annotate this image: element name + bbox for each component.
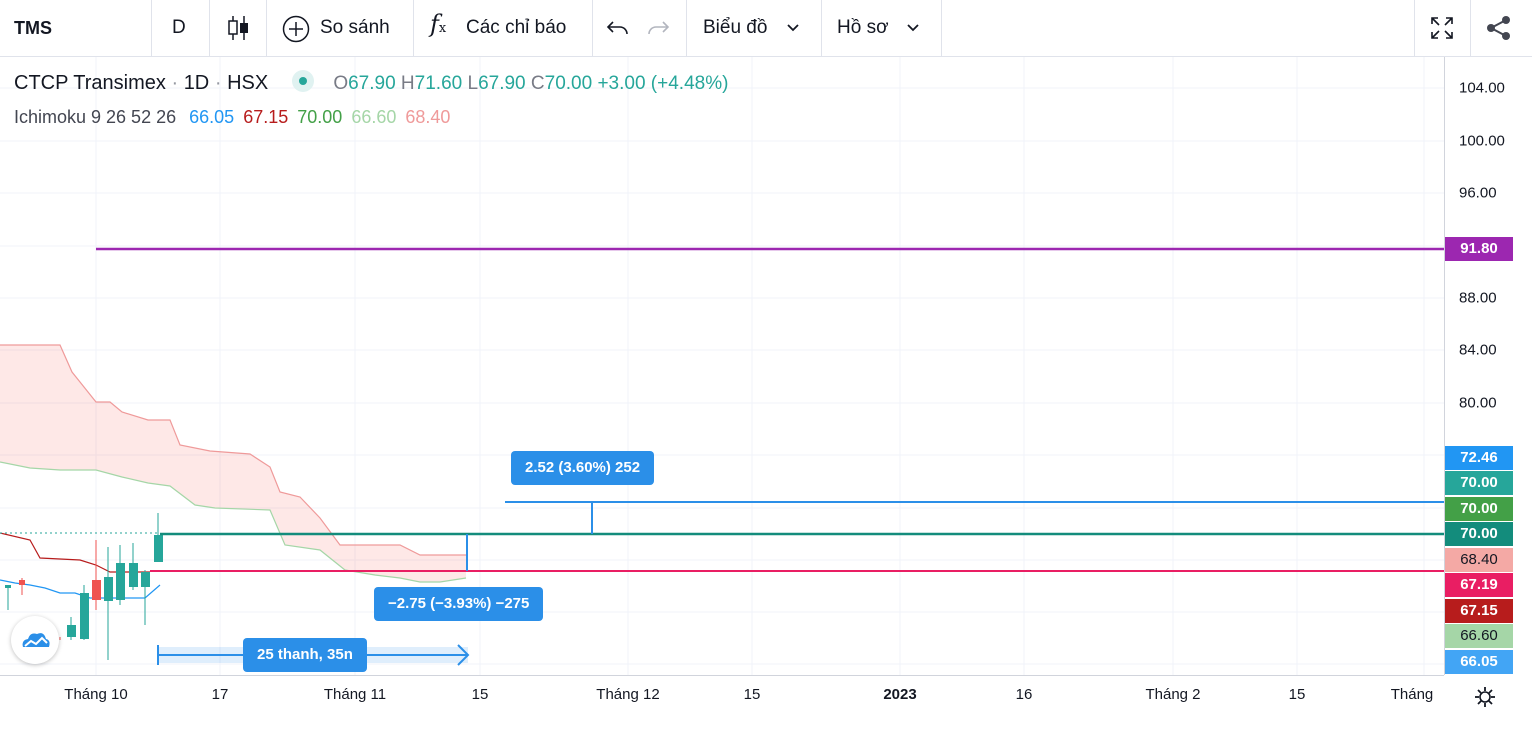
time-tick: Tháng <box>1390 686 1434 703</box>
company-name: CTCP Transimex <box>14 72 166 94</box>
ichimoku-cloud <box>0 345 466 582</box>
profile-menu-label: Hồ sơ <box>837 17 889 38</box>
share-icon[interactable] <box>1485 15 1513 41</box>
toolbar-divider <box>266 0 267 56</box>
symbol-search[interactable]: TMS <box>14 0 52 56</box>
kijun-sen <box>0 532 150 573</box>
interval-button[interactable]: D <box>172 0 186 56</box>
function-icon: fx <box>430 10 447 38</box>
price-tick: 100.00 <box>1459 132 1505 150</box>
indicator-value-2: 67.15 <box>243 107 289 127</box>
ohlc-values: O67.90 H71.60 L67.90 C70.00 +3.00 (+4.48… <box>333 73 729 94</box>
chart-canvas[interactable] <box>0 57 1444 675</box>
price-tag: 72.46 <box>1445 446 1513 470</box>
price-tag: 91.80 <box>1445 237 1513 261</box>
toolbar-divider <box>1414 0 1415 56</box>
measure-down-label: −2.75 (−3.93%) −275 <box>374 587 544 621</box>
plus-circle-icon <box>282 15 310 43</box>
time-tick: 15 <box>1288 686 1306 703</box>
price-tick: 104.00 <box>1459 79 1505 97</box>
toolbar-divider <box>1470 0 1471 56</box>
price-tag: 70.00 <box>1445 471 1513 495</box>
chart-menu-label: Biểu đồ <box>703 17 768 38</box>
cloud-logo-icon <box>22 633 50 647</box>
toolbar-divider <box>592 0 593 56</box>
time-tick: Tháng 2 <box>1145 686 1201 703</box>
time-tick: 16 <box>1015 686 1033 703</box>
price-tick: 80.00 <box>1459 394 1497 412</box>
indicators-label: Các chỉ báo <box>466 17 567 38</box>
toolbar-divider <box>151 0 152 56</box>
indicator-value-4: 66.60 <box>351 107 397 127</box>
price-tag: 70.00 <box>1445 497 1513 521</box>
redo-icon[interactable] <box>646 18 670 38</box>
time-tick: 15 <box>471 686 489 703</box>
indicator-legend[interactable]: Ichimoku 9 26 52 26 66.05 67.15 70.00 66… <box>14 107 450 128</box>
fullscreen-icon[interactable] <box>1429 15 1455 41</box>
bars-count-label: 25 thanh, 35n <box>243 638 367 672</box>
tradingview-logo[interactable] <box>11 616 59 664</box>
time-tick: Tháng 11 <box>323 686 387 703</box>
price-tag: 66.60 <box>1445 624 1513 648</box>
toolbar-divider <box>209 0 210 56</box>
toolbar-divider <box>686 0 687 56</box>
price-tag: 66.05 <box>1445 650 1513 674</box>
toolbar-divider <box>821 0 822 56</box>
chevron-down-icon <box>907 24 919 32</box>
price-axis[interactable]: 104.00 100.00 96.00 88.00 84.00 80.00 91… <box>1444 57 1532 675</box>
symbol-legend: CTCP Transimex · 1D · HSX O67.90 H71.60 … <box>14 70 729 94</box>
chart-pane[interactable]: CTCP Transimex · 1D · HSX O67.90 H71.60 … <box>0 57 1444 675</box>
top-toolbar: TMS D So sánh fx Các chỉ báo Biểu đồ Hồ … <box>0 0 1532 57</box>
price-tick: 88.00 <box>1459 289 1497 307</box>
indicator-value-3: 70.00 <box>297 107 343 127</box>
settings-gear-icon[interactable] <box>1474 686 1496 708</box>
time-axis[interactable]: Tháng 10 17 Tháng 11 15 Tháng 12 15 2023… <box>0 675 1444 731</box>
price-tick: 84.00 <box>1459 341 1497 359</box>
measure-up-label: 2.52 (3.60%) 252 <box>511 451 655 485</box>
time-tick: 2023 <box>883 686 917 703</box>
price-tag: 70.00 <box>1445 522 1513 546</box>
indicator-value-5: 68.40 <box>405 107 451 127</box>
time-tick: Tháng 12 <box>596 686 660 703</box>
toolbar-divider <box>413 0 414 56</box>
price-tag: 67.19 <box>1445 573 1513 597</box>
candle-style-icon[interactable] <box>226 15 250 41</box>
grid <box>0 57 1444 675</box>
price-tag: 68.40 <box>1445 548 1513 572</box>
indicator-value-1: 66.05 <box>189 107 235 127</box>
market-status-icon[interactable] <box>291 70 314 92</box>
time-tick: 15 <box>743 686 761 703</box>
timeframe-label: 1D <box>183 72 210 94</box>
chevron-down-icon <box>787 24 799 32</box>
toolbar-divider <box>941 0 942 56</box>
compare-label: So sánh <box>320 17 390 38</box>
exchange-label: HSX <box>227 72 269 94</box>
undo-icon[interactable] <box>606 18 630 38</box>
price-tag: 67.15 <box>1445 599 1513 623</box>
time-tick: 17 <box>211 686 229 703</box>
price-tick: 96.00 <box>1459 184 1497 202</box>
indicator-name: Ichimoku 9 26 52 26 <box>14 107 177 127</box>
time-tick: Tháng 10 <box>64 686 128 703</box>
